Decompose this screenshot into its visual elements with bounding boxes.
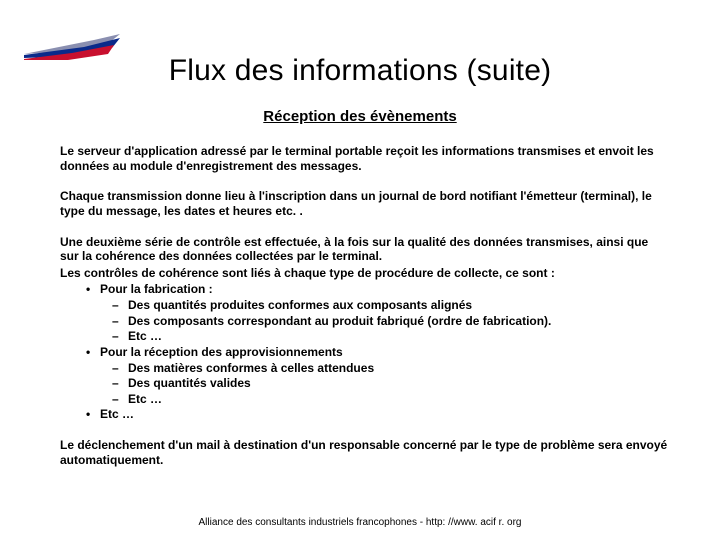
list-item: Des quantités produites conformes aux co… xyxy=(100,298,670,313)
sub-list: Des quantités produites conformes aux co… xyxy=(100,298,670,344)
slide-subtitle: Réception des évènements xyxy=(0,108,720,125)
list-item: Des matières conformes à celles attendue… xyxy=(100,361,670,376)
list-item: Etc … xyxy=(100,392,670,407)
list-item: Etc … xyxy=(60,407,670,422)
slide-title: Flux des informations (suite) xyxy=(0,54,720,88)
sub-list: Des matières conformes à celles attendue… xyxy=(100,361,670,407)
list-item: Des composants correspondant au produit … xyxy=(100,314,670,329)
list-item: Des quantités valides xyxy=(100,376,670,391)
list-item-label: Pour la réception des approvisionnements xyxy=(100,345,343,359)
slide: Flux des informations (suite) Réception … xyxy=(0,0,720,540)
paragraph: Le déclenchement d'un mail à destination… xyxy=(60,438,670,467)
list-item: Etc … xyxy=(100,329,670,344)
paragraph: Les contrôles de cohérence sont liés à c… xyxy=(60,266,670,281)
slide-footer: Alliance des consultants industriels fra… xyxy=(0,517,720,528)
list-item: Pour la réception des approvisionnements… xyxy=(60,345,670,407)
paragraph: Chaque transmission donne lieu à l'inscr… xyxy=(60,189,670,218)
list-item-label: Pour la fabrication : xyxy=(100,282,213,296)
paragraph: Le serveur d'application adressé par le … xyxy=(60,144,670,173)
bullet-list: Pour la fabrication : Des quantités prod… xyxy=(60,282,670,422)
slide-body: Le serveur d'application adressé par le … xyxy=(60,144,670,483)
list-item: Pour la fabrication : Des quantités prod… xyxy=(60,282,670,344)
paragraph: Une deuxième série de contrôle est effec… xyxy=(60,235,670,264)
